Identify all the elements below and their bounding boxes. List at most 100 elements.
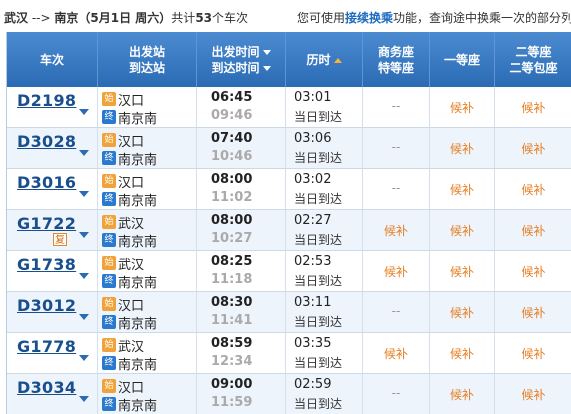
header-second-class: 二等座 二等包座 (495, 32, 571, 87)
duration: 02:53 (294, 254, 332, 269)
first-class-status[interactable]: 候补 (430, 263, 494, 280)
header-train-no-label: 车次 (39, 52, 64, 67)
train-count: 53 (195, 11, 213, 25)
table-row[interactable]: G1722 复 始 武汉 终 南京南 08:00 10:27 02:27 当日到… (7, 210, 571, 251)
header-stations[interactable]: 出发站 到达站 (98, 32, 197, 87)
cell-second-class: 候补 (495, 333, 571, 373)
first-class-status[interactable]: 候补 (430, 345, 494, 362)
train-number-link[interactable]: D2198 (17, 91, 76, 110)
arrival-day: 当日到达 (294, 192, 343, 206)
expand-arrow-icon[interactable] (79, 109, 89, 115)
cell-times: 08:30 11:41 (197, 292, 286, 332)
arrival-time: 11:02 (211, 190, 253, 205)
expand-arrow-icon[interactable] (79, 232, 89, 238)
link-connect[interactable]: 接续 (345, 11, 369, 25)
first-class-status[interactable]: 候补 (430, 386, 494, 403)
first-class-status[interactable]: 候补 (430, 304, 494, 321)
train-number-link[interactable]: D3028 (17, 132, 76, 151)
sort-desc-icon[interactable] (262, 49, 271, 55)
header-duration[interactable]: 历时 (286, 32, 363, 87)
second-class-status[interactable]: 候补 (495, 140, 571, 157)
first-class-status[interactable]: 候补 (430, 99, 494, 116)
to-station: 南京南 (118, 317, 158, 332)
business-seat-status[interactable]: 候补 (363, 222, 429, 239)
cell-stations: 始 武汉 终 南京南 (98, 333, 197, 373)
duration: 02:59 (294, 377, 332, 392)
start-station-icon: 始 (102, 297, 116, 311)
train-number-link[interactable]: D3034 (17, 378, 76, 397)
cell-train-no: D3028 (7, 128, 98, 168)
cell-duration: 02:27 当日到达 (286, 210, 363, 250)
cell-duration: 03:06 当日到达 (286, 128, 363, 168)
expand-arrow-icon[interactable] (79, 314, 89, 320)
departure-time: 06:45 (211, 90, 253, 105)
cell-business: 候补 (363, 333, 430, 373)
train-number-link[interactable]: G1778 (17, 337, 76, 356)
expand-arrow-icon[interactable] (79, 191, 89, 197)
train-number-link[interactable]: D3012 (17, 296, 76, 315)
second-class-status[interactable]: 候补 (495, 181, 571, 198)
sort-asc-icon[interactable] (333, 57, 342, 63)
cell-business: -- (363, 374, 430, 414)
cell-business: 候补 (363, 210, 430, 250)
to-station: 南京南 (118, 276, 158, 291)
arrival-time: 10:27 (211, 231, 253, 246)
header-times[interactable]: 出发时间 到达时间 (197, 32, 286, 87)
cell-duration: 02:59 当日到达 (286, 374, 363, 414)
duration: 03:11 (294, 295, 332, 310)
second-class-status[interactable]: 候补 (495, 345, 571, 362)
first-class-status[interactable]: 候补 (430, 181, 494, 198)
sort-desc-icon[interactable] (262, 65, 271, 71)
departure-time: 08:59 (211, 336, 253, 351)
table-row[interactable]: D2198 始 汉口 终 南京南 06:45 09:46 03:01 当日到达 … (7, 87, 571, 128)
expand-arrow-icon[interactable] (79, 150, 89, 156)
second-class-status[interactable]: 候补 (495, 222, 571, 239)
link-transfer[interactable]: 换乘 (369, 11, 393, 25)
train-number-link[interactable]: G1722 (17, 214, 76, 233)
start-station-icon: 始 (102, 256, 116, 270)
expand-arrow-icon[interactable] (79, 396, 89, 402)
first-class-status[interactable]: 候补 (430, 140, 494, 157)
business-seat-status: -- (391, 304, 401, 318)
table-row[interactable]: D3034 始 汉口 终 南京南 09:00 11:59 02:59 当日到达 … (7, 374, 571, 414)
table-row[interactable]: D3012 始 汉口 终 南京南 08:30 11:41 03:11 当日到达 … (7, 292, 571, 333)
from-station: 武汉 (118, 258, 145, 273)
to-station: 南京南 (118, 399, 158, 414)
arrival-time: 09:46 (211, 108, 253, 123)
cell-first-class: 候补 (430, 128, 495, 168)
arrival-day: 当日到达 (294, 274, 343, 288)
expand-arrow-icon[interactable] (79, 273, 89, 279)
start-station-icon: 始 (102, 174, 116, 188)
header-train-no: 车次 (7, 32, 98, 87)
train-number-link[interactable]: D3016 (17, 173, 76, 192)
second-class-status[interactable]: 候补 (495, 304, 571, 321)
cell-train-no: D3012 (7, 292, 98, 332)
business-seat-status[interactable]: 候补 (363, 345, 429, 362)
table-header: 车次 出发站 到达站 出发时间 到达时间 历时 商务座 特等座 一等座 二等座 二等包座 (7, 32, 571, 87)
second-class-status[interactable]: 候补 (495, 386, 571, 403)
cell-times: 08:59 12:34 (197, 333, 286, 373)
departure-time: 07:40 (211, 131, 253, 146)
cell-stations: 始 汉口 终 南京南 (98, 128, 197, 168)
table-row[interactable]: D3028 始 汉口 终 南京南 07:40 10:46 03:06 当日到达 … (7, 128, 571, 169)
second-class-status[interactable]: 候补 (495, 99, 571, 116)
route-arrow: --> (31, 11, 51, 25)
business-seat-status[interactable]: 候补 (363, 263, 429, 280)
expand-arrow-icon[interactable] (79, 355, 89, 361)
second-class-status[interactable]: 候补 (495, 263, 571, 280)
cell-duration: 03:11 当日到达 (286, 292, 363, 332)
train-number-link[interactable]: G1738 (17, 255, 76, 274)
cell-stations: 始 汉口 终 南京南 (98, 169, 197, 209)
cell-duration: 03:02 当日到达 (286, 169, 363, 209)
table-row[interactable]: G1778 始 武汉 终 南京南 08:59 12:34 03:35 当日到达 … (7, 333, 571, 374)
count-prefix: 共计 (171, 11, 196, 25)
arrival-time: 12:34 (211, 354, 253, 369)
end-station-icon: 终 (102, 192, 116, 206)
cell-stations: 始 武汉 终 南京南 (98, 210, 197, 250)
end-station-icon: 终 (102, 233, 116, 247)
table-row[interactable]: G1738 始 武汉 终 南京南 08:25 11:18 02:53 当日到达 … (7, 251, 571, 292)
to-station: 南京南 (118, 194, 158, 209)
first-class-status[interactable]: 候补 (430, 222, 494, 239)
arrival-day: 当日到达 (294, 397, 343, 411)
table-row[interactable]: D3016 始 汉口 终 南京南 08:00 11:02 03:02 当日到达 … (7, 169, 571, 210)
